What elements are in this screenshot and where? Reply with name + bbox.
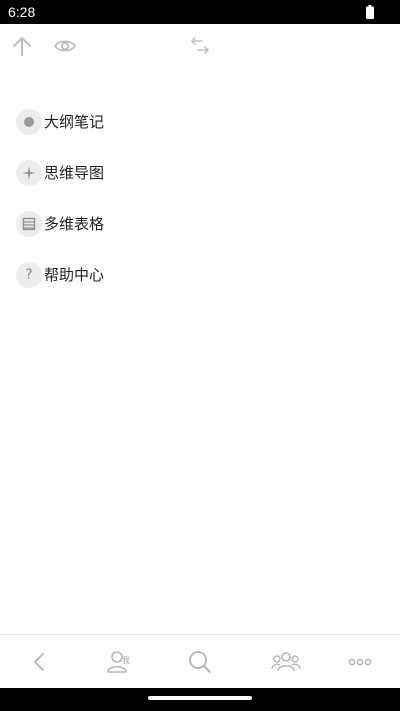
status-time: 6:28 [8, 4, 36, 20]
move-up-button[interactable] [8, 32, 36, 60]
menu-item-label: 思维导图 [44, 164, 105, 182]
home-indicator[interactable] [148, 696, 252, 700]
menu-item-label: 多维表格 [44, 215, 105, 233]
menu-item-label: 帮助中心 [44, 266, 105, 284]
system-nav-bar [0, 688, 400, 711]
group-icon [271, 652, 301, 672]
battery-full-icon [366, 5, 374, 19]
menu-item-help-center[interactable]: ? 帮助中心 [0, 249, 400, 300]
search-button[interactable] [160, 635, 240, 689]
swap-arrows-icon [191, 37, 209, 54]
menu-item-mind-map[interactable]: 思维导图 [0, 147, 400, 198]
question-icon: ? [16, 261, 42, 288]
back-button[interactable] [0, 635, 80, 689]
bottom-nav: 我 [0, 634, 400, 689]
status-bar: 6:28 [0, 0, 400, 24]
more-button[interactable] [320, 635, 400, 689]
menu-item-multi-table[interactable]: 多维表格 [0, 198, 400, 249]
top-toolbar [0, 24, 400, 68]
document-type-menu: 大纲笔记 思维导图 多维表格 ? 帮助中心 [0, 96, 400, 300]
sparkle-icon [16, 159, 42, 186]
table-icon [16, 210, 42, 237]
profile-button[interactable]: 我 [80, 635, 160, 689]
arrow-up-icon [13, 37, 31, 56]
group-button[interactable] [246, 635, 326, 689]
back-icon [34, 653, 44, 671]
search-icon [189, 651, 211, 673]
profile-badge: 我 [122, 656, 130, 665]
eye-icon [54, 40, 76, 52]
swap-button[interactable] [184, 33, 216, 59]
menu-item-outline-notes[interactable]: 大纲笔记 [0, 96, 400, 147]
more-icon [348, 658, 372, 666]
dot-icon [16, 108, 42, 135]
menu-item-label: 大纲笔记 [44, 113, 105, 131]
preview-button[interactable] [50, 32, 80, 60]
